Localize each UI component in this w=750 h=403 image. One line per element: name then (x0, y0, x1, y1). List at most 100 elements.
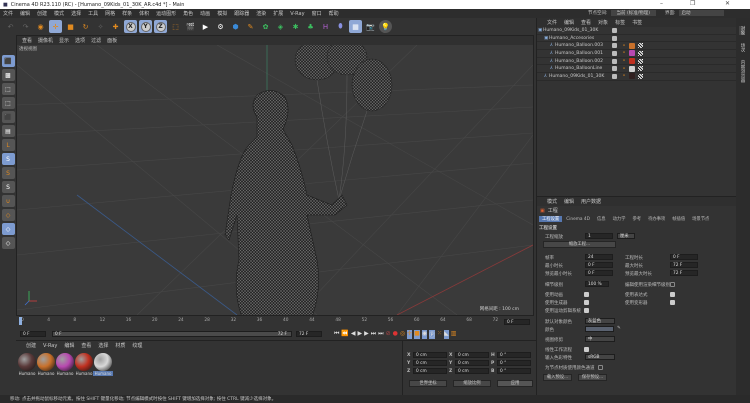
scale-project-button[interactable]: 缩放工程... (543, 241, 616, 248)
material-swatch[interactable] (37, 353, 55, 371)
menu-item[interactable]: 编辑 (20, 10, 30, 17)
workplane-align-icon[interactable]: ◇ (1, 237, 15, 249)
object-row[interactable]: ⅄ Humano_Balloon.002 ⚬ (537, 58, 736, 66)
object-menu-item[interactable]: 编辑 (564, 19, 574, 26)
key-pla-icon[interactable]: ⁙ (437, 330, 442, 339)
close-button[interactable]: ✕ (725, 0, 730, 7)
menu-item[interactable]: 跟踪器 (234, 10, 249, 17)
menu-item[interactable]: 选择 (71, 10, 81, 17)
uv-tag[interactable] (638, 73, 643, 79)
snap-settings-icon[interactable]: S (1, 167, 15, 179)
object-menu-item[interactable]: 书签 (632, 19, 642, 26)
coord-input[interactable]: 0 cm (455, 352, 489, 358)
object-menu-item[interactable]: 标签 (615, 19, 625, 26)
uv-tag[interactable] (638, 58, 643, 64)
load-preset-button[interactable]: 载入预设... (543, 374, 572, 381)
use-expressions-checkbox[interactable] (670, 292, 675, 297)
material-menu-item[interactable]: 材质 (115, 342, 125, 349)
range-slider[interactable]: 0 F 72 F (52, 331, 292, 337)
menu-item[interactable]: 网格 (105, 10, 115, 17)
key-rotation-icon[interactable]: ◉ (421, 330, 428, 339)
camera-icon[interactable]: 📷 (364, 20, 377, 33)
maximize-button[interactable]: ❐ (690, 0, 695, 7)
attribute-menu-item[interactable]: 编辑 (564, 198, 574, 205)
timeline-ruler[interactable]: 0 4 8 12 16 20 24 28 32 36 40 44 48 52 56 60 64 68 72 0 F (16, 316, 534, 329)
menu-item[interactable]: 扩展 (273, 10, 283, 17)
workplane-icon[interactable]: ◇ (1, 209, 15, 221)
keyframe-selection-icon[interactable]: ◎ (400, 330, 405, 339)
visibility-toggle[interactable] (612, 73, 617, 79)
cloner-icon[interactable]: ✱ (289, 20, 302, 33)
lod-input[interactable]: 100 % (585, 281, 609, 287)
object-menu-item[interactable]: 对象 (598, 19, 608, 26)
menu-item[interactable]: V-Ray (290, 11, 304, 17)
snap-icon[interactable]: S (1, 153, 15, 165)
material-menu-item[interactable]: 纹理 (132, 342, 142, 349)
min-time-input[interactable]: 0 F (585, 262, 613, 268)
visibility-toggle[interactable] (612, 58, 617, 64)
texture-mode-icon[interactable]: ▩ (1, 69, 15, 81)
attribute-menu-item[interactable]: 模式 (547, 198, 557, 205)
polygons-mode-icon[interactable]: ⬛ (1, 111, 15, 123)
material-name[interactable]: Humano (93, 371, 113, 376)
scale-input[interactable]: 1 (585, 233, 613, 239)
snap-workplane-icon[interactable]: S (1, 181, 15, 193)
visibility-toggle[interactable] (612, 43, 617, 49)
timeline-window-icon[interactable]: ◣ (444, 330, 449, 339)
play-icon[interactable]: ▶ (358, 330, 363, 339)
tab-content-browser[interactable]: 内容浏览器 (739, 60, 745, 83)
max-time-input[interactable]: 72 F (670, 262, 698, 268)
attribute-tab[interactable]: Cinema 4D (563, 217, 593, 222)
menu-item[interactable]: 窗口 (312, 10, 322, 17)
material-menu-item[interactable]: 编辑 (64, 342, 74, 349)
scale-mode-select[interactable]: 缩放比例 (453, 380, 491, 387)
coord-input[interactable]: 0 ° (497, 360, 531, 366)
input-profile-select[interactable]: sRGB (585, 354, 615, 360)
clipping-select[interactable]: 中 (585, 336, 615, 342)
viewport-menu-item[interactable]: 显示 (59, 37, 69, 44)
cube-icon[interactable]: ⬢ (229, 20, 242, 33)
preview-min-input[interactable]: 0 F (585, 270, 613, 276)
save-preset-button[interactable]: 保存预设... (578, 374, 607, 381)
uv-tag[interactable] (638, 43, 643, 49)
object-menu-item[interactable]: 文件 (547, 19, 557, 26)
eyedropper-icon[interactable]: ✎ (617, 326, 621, 331)
attribute-tab[interactable]: 参考 (629, 216, 644, 222)
material-swatch[interactable] (94, 353, 112, 371)
uv-mode-icon[interactable]: ▤ (1, 125, 15, 137)
uv-tag[interactable] (638, 66, 643, 72)
layout-select[interactable]: 启动 (678, 10, 724, 16)
material-tag[interactable] (629, 58, 635, 65)
coord-input[interactable]: 0 cm (413, 360, 447, 366)
light-icon[interactable]: 💡 (379, 20, 392, 33)
viewport-menu-item[interactable]: 面板 (107, 37, 117, 44)
axis-mode-icon[interactable]: L (1, 139, 15, 151)
node-color-checkbox[interactable] (598, 365, 603, 370)
edges-mode-icon[interactable]: ⬚ (1, 97, 15, 109)
redo-icon[interactable]: ↷ (19, 20, 32, 33)
viewport[interactable]: 查看 摄像机 显示 选项 过滤 面板 透视视图 网格间距 : 100 cm (16, 35, 534, 316)
mograph-icon[interactable]: ♣ (304, 20, 317, 33)
use-animation-checkbox[interactable] (584, 292, 589, 297)
viewport-menu-item[interactable]: 查看 (22, 37, 32, 44)
menu-item[interactable]: 运动图形 (156, 10, 176, 17)
deformer-icon[interactable]: H (319, 20, 332, 33)
render-settings-icon[interactable]: ⚙ (214, 20, 227, 33)
object-row[interactable]: ⅄ Humano_BalloonLine ⚬ (537, 65, 736, 74)
scale-tool-icon[interactable]: ■ (64, 20, 77, 33)
key-scale-icon[interactable]: ■ (414, 330, 420, 339)
menu-item[interactable]: 角色 (183, 10, 193, 17)
material-swatch[interactable] (56, 353, 74, 371)
scale-unit-select[interactable]: 厘米 (617, 233, 635, 239)
menu-item[interactable]: 创建 (37, 10, 47, 17)
visibility-toggle[interactable] (612, 35, 617, 41)
material-name[interactable]: Humano (74, 371, 94, 376)
material-name[interactable]: Humano (55, 371, 75, 376)
record-off-icon[interactable]: ⊘ (386, 330, 391, 339)
recent-tool-icon[interactable]: ✧ (94, 20, 107, 33)
visibility-toggle[interactable] (612, 50, 617, 56)
coord-input[interactable]: 0 cm (413, 352, 447, 358)
fps-input[interactable]: 24 (585, 254, 613, 260)
object-row[interactable]: ⅄ Humano_Balloon.001 ⚬ (537, 50, 736, 58)
menu-item[interactable]: 工具 (88, 10, 98, 17)
